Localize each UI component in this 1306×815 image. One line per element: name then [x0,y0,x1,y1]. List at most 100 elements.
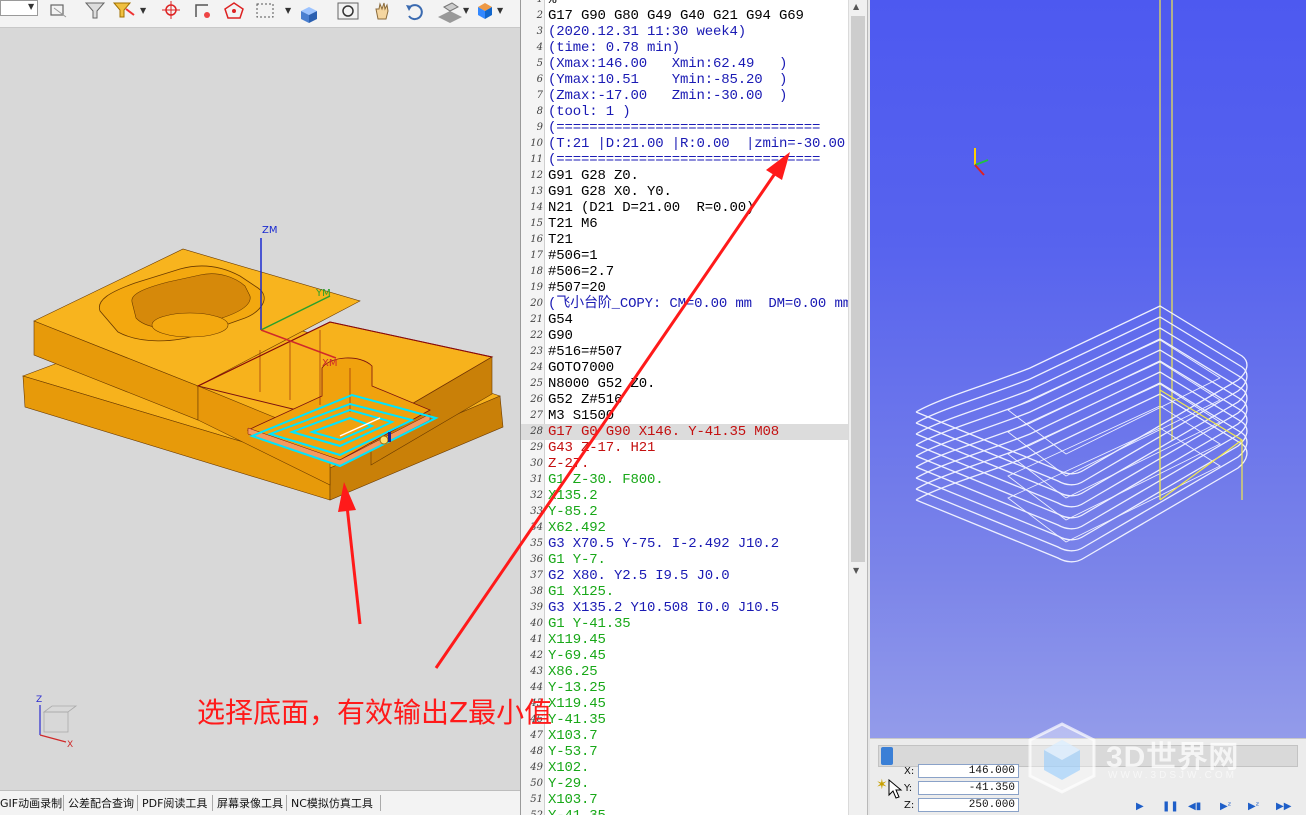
code-text: Y-85.2 [548,504,598,520]
code-line[interactable]: 36 G1 Y-7. [521,552,849,568]
code-line[interactable]: 21 G54 [521,312,849,328]
code-line[interactable]: 52 Y-41.35 [521,808,849,815]
code-line[interactable]: 29 G43 Z-17. H21 [521,440,849,456]
code-line[interactable]: 12 G91 G28 Z0. [521,168,849,184]
tab-screen-recorder[interactable]: 屏幕录像工具 [217,795,283,811]
axis-label-xm: XM [322,358,337,369]
code-text: G52 Z#516 [548,392,623,408]
chevron-down-icon: ▼ [497,6,504,15]
code-line[interactable]: 40 G1 Y-41.35 [521,616,849,632]
code-line[interactable]: 45 X119.45 [521,696,849,712]
cursor-icon [888,779,903,799]
display-style-icon[interactable] [474,1,496,23]
code-line[interactable]: 35 G3 X70.5 Y-75. I-2.492 J10.2 [521,536,849,552]
code-line[interactable]: 33 Y-85.2 [521,504,849,520]
code-line[interactable]: 28 G17 G0 G90 X146. Y-41.35 M08 [521,424,849,440]
play-icon[interactable]: ▶ [1136,801,1148,813]
pan-icon[interactable] [370,1,394,23]
code-line[interactable]: 48 Y-53.7 [521,744,849,760]
code-line[interactable]: 41 X119.45 [521,632,849,648]
code-line[interactable]: 30 Z-27. [521,456,849,472]
step-back-icon[interactable]: ◀▮ [1188,801,1201,813]
view-orient-icon[interactable] [436,1,464,23]
nc-simulation-viewport[interactable]: ✶ X: 146.000 Y: -41.350 Z: 250.000 ▶ ❚❚ … [870,0,1306,815]
crosshair-icon[interactable] [160,1,182,23]
box-select-icon[interactable] [254,1,280,23]
step-forward-icon[interactable]: ▶▶ [1276,801,1291,813]
code-line[interactable]: 16 T21 [521,232,849,248]
code-line[interactable]: 38 G1 X125. [521,584,849,600]
code-line[interactable]: 31 G1 Z-30. F800. [521,472,849,488]
code-line[interactable]: 20 (飞小台阶_COPY: CM=0.00 mm DM=0.00 mm [521,296,851,312]
filter-icon[interactable] [83,1,107,23]
tab-nc-simulator[interactable]: NC模拟仿真工具 [291,795,373,811]
code-line[interactable]: 19 #507=20 [521,280,849,296]
zoom-window-icon[interactable] [336,1,362,23]
code-line[interactable]: 37 G2 X80. Y2.5 I9.5 J0.0 [521,568,849,584]
code-line[interactable]: 25 N8000 G52 Z0. [521,376,849,392]
code-line[interactable]: 17 #506=1 [521,248,849,264]
code-line[interactable]: 43 X86.25 [521,664,849,680]
code-line[interactable]: 51 X103.7 [521,792,849,808]
slider-knob[interactable] [881,747,893,765]
line-number: 28 [530,426,543,437]
line-number: 31 [530,474,543,485]
tab-gif-recorder[interactable]: GIF动画录制 [0,795,62,811]
code-line[interactable]: 39 G3 X135.2 Y10.508 I0.0 J10.5 [521,600,849,616]
cube-icon[interactable] [298,1,320,23]
scroll-thumb[interactable] [851,16,865,562]
code-line[interactable]: 9 (================================ [521,120,849,136]
code-line[interactable]: 10 (T:21 |D:21.00 |R:0.00 |zmin=-30.00 [521,136,849,152]
code-line[interactable]: 32 X135.2 [521,488,849,504]
code-line[interactable]: 5 (Xmax:146.00 Xmin:62.49 ) [521,56,849,72]
code-line[interactable]: 2 G17 G90 G80 G49 G40 G21 G94 G69 [521,8,849,24]
code-line[interactable]: 44 Y-13.25 [521,680,849,696]
code-text: GOTO7000 [548,360,615,376]
line-number: 51 [530,794,543,805]
scroll-down-icon[interactable]: ▼ [853,566,859,575]
code-text: Z-27. [548,456,590,472]
tab-pdf-reader[interactable]: PDF阅读工具 [142,795,207,811]
line-number: 24 [530,362,543,373]
code-text: X103.7 [548,728,598,744]
code-line[interactable]: 8 (tool: 1 ) [521,104,849,120]
hidden-line-icon[interactable] [48,1,72,23]
code-line[interactable]: 46 Y-41.35 [521,712,849,728]
step-z-forward-icon[interactable]: ▶ᶻ [1248,801,1260,813]
code-line[interactable]: 23 #516=#507 [521,344,849,360]
scroll-up-icon[interactable]: ▲ [853,2,859,11]
code-line[interactable]: 6 (Ymax:10.51 Ymin:-85.20 ) [521,72,849,88]
code-text: M3 S1500 [548,408,615,424]
code-line[interactable]: 50 Y-29. [521,776,849,792]
pause-icon[interactable]: ❚❚ [1162,801,1179,813]
toolpath-pass [915,327,1248,497]
code-line[interactable]: 18 #506=2.7 [521,264,849,280]
code-line[interactable]: 47 X103.7 [521,728,849,744]
code-line[interactable]: 34 X62.492 [521,520,849,536]
select-filter-icon[interactable] [112,1,138,23]
code-line[interactable]: 4 (time: 0.78 min) [521,40,849,56]
nc-code-editor[interactable]: 1% 2 G17 G90 G80 G49 G40 G21 G94 G69 3 (2020… [520,0,870,815]
cad-viewport[interactable]: ZM YM XM Z X [0,28,520,790]
code-line[interactable]: 1% [521,0,849,8]
code-line[interactable]: 14 N21 (D21 D=21.00 R=0.00) [521,200,849,216]
code-line[interactable]: 49 X102. [521,760,849,776]
code-text: (tool: 1 ) [548,104,631,120]
code-line[interactable]: 15 T21 M6 [521,216,849,232]
code-line[interactable]: 42 Y-69.45 [521,648,849,664]
step-z-back-icon[interactable]: ▶ᶻ [1220,801,1232,813]
code-line[interactable]: 3 (2020.12.31 11:30 week4) [521,24,849,40]
code-line[interactable]: 26 G52 Z#516 [521,392,849,408]
polygon-icon[interactable] [222,1,246,23]
code-line[interactable]: 7 (Zmax:-17.00 Zmin:-30.00 ) [521,88,849,104]
code-line[interactable]: 24 GOTO7000 [521,360,849,376]
code-line[interactable]: 22 G90 [521,328,849,344]
code-line[interactable]: 27 M3 S1500 [521,408,849,424]
tab-tolerance-query[interactable]: 公差配合查询 [68,795,134,811]
code-scrollbar[interactable]: ▲ ▼ [848,0,867,815]
code-line[interactable]: 13 G91 G28 X0. Y0. [521,184,849,200]
code-line[interactable]: 11 (================================ [521,152,849,168]
rotate-icon[interactable] [404,1,428,23]
snap-icon[interactable] [192,1,214,23]
code-text: G17 G90 G80 G49 G40 G21 G94 G69 [548,8,804,24]
